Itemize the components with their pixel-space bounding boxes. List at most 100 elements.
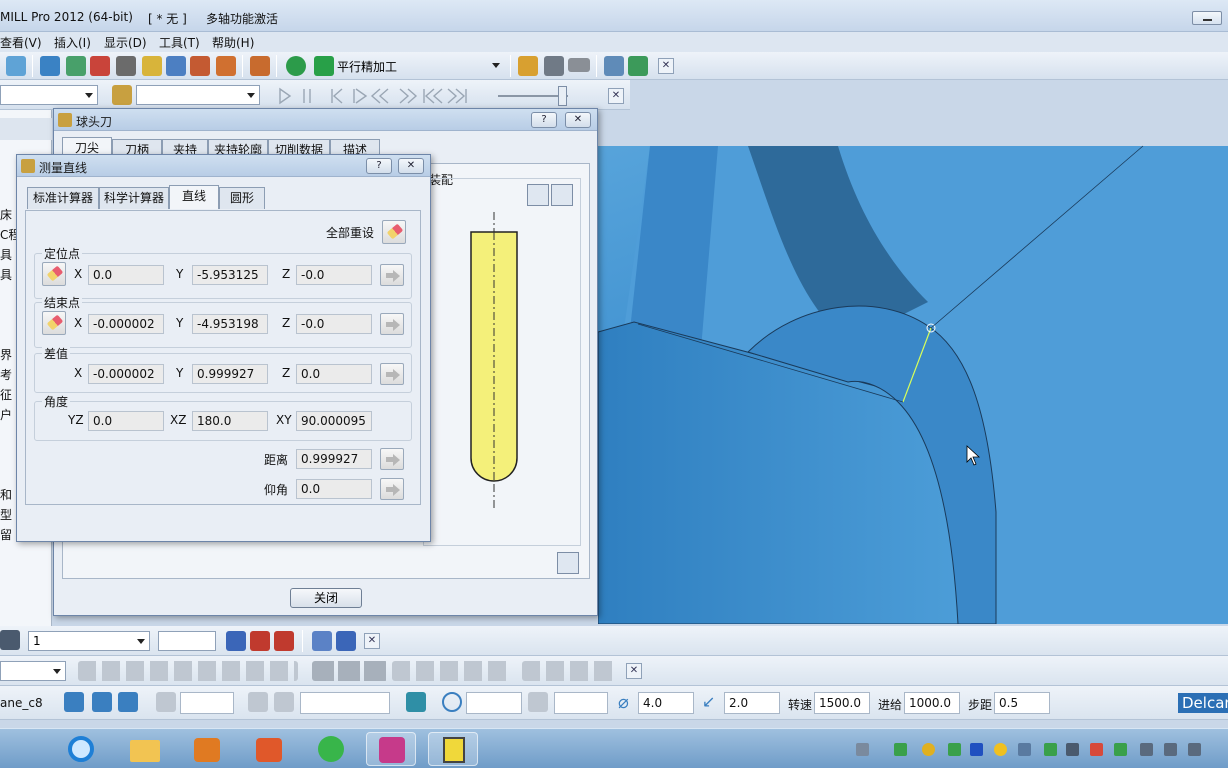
tolerance-field[interactable] (300, 692, 390, 714)
browser-taskbar-button[interactable] (306, 732, 356, 766)
start-apply-arrow-icon[interactable] (380, 264, 404, 286)
preview-assembly-icon[interactable] (551, 184, 573, 206)
tab-standard-calculator[interactable]: 标准计算器 (27, 187, 99, 209)
start-point-icon[interactable] (166, 56, 186, 76)
explorer-item[interactable]: 具 (0, 266, 12, 283)
powermill-taskbar-button[interactable] (366, 732, 416, 766)
edit-icon[interactable] (518, 56, 538, 76)
explorer-item[interactable]: 户 (0, 406, 12, 423)
minimize-button[interactable] (1192, 11, 1222, 25)
scissors-icon[interactable] (336, 631, 356, 651)
strategy-select[interactable]: 平行精加工 (334, 56, 504, 76)
shield-tray-icon[interactable] (1114, 743, 1127, 756)
display-tray-icon[interactable] (1066, 743, 1079, 756)
rapid-move-icon[interactable] (66, 56, 86, 76)
tool-diameter-field[interactable]: 4.0 (638, 692, 694, 714)
layer-icon[interactable] (0, 630, 20, 650)
end-x-field[interactable]: -0.000002 (88, 314, 164, 334)
tool-close-x-button[interactable]: ✕ (565, 112, 591, 128)
layer-toolbar-close-icon[interactable]: ✕ (364, 633, 380, 649)
speed-slider-handle[interactable] (558, 86, 567, 106)
tab-circle[interactable]: 圆形 (219, 187, 265, 209)
sim-tool-icon[interactable] (112, 85, 132, 105)
menu-view[interactable]: 查看(V) (0, 34, 42, 51)
axis-icon[interactable] (226, 631, 246, 651)
menu-insert[interactable]: 插入(I) (54, 34, 91, 51)
explorer-item[interactable]: 具 (0, 246, 12, 263)
end-apply-arrow-icon[interactable] (380, 313, 404, 335)
volume-muted-tray-icon[interactable] (1090, 743, 1103, 756)
edit-select[interactable] (0, 661, 66, 681)
grid-icon[interactable] (156, 692, 176, 712)
edit-toolbar-close-icon[interactable]: ✕ (626, 663, 642, 679)
boundary-icon[interactable] (250, 631, 270, 651)
transform-icon[interactable] (628, 56, 648, 76)
tool-close-button[interactable]: 关闭 (290, 588, 362, 608)
toolpath-icon[interactable] (216, 56, 236, 76)
tool-icon[interactable] (90, 56, 110, 76)
menu-help[interactable]: 帮助(H) (212, 34, 254, 51)
tab-scientific-calculator[interactable]: 科学计算器 (99, 187, 169, 209)
network-tray-icon[interactable] (1164, 743, 1177, 756)
speaker-tray-icon[interactable] (1188, 743, 1201, 756)
settings-tray-icon[interactable] (1018, 743, 1031, 756)
start-z-field[interactable]: -0.0 (296, 265, 372, 285)
explorer-item[interactable]: 留 (0, 526, 12, 543)
delta-apply-arrow-icon[interactable] (380, 363, 404, 385)
explorer-item[interactable]: 考 (0, 366, 12, 383)
layer-select[interactable]: 1 (28, 631, 150, 651)
holder-field[interactable] (554, 692, 608, 714)
strategy-icon[interactable] (286, 56, 306, 76)
tab-line[interactable]: 直线 (169, 185, 219, 209)
explorer-taskbar-button[interactable] (120, 732, 170, 766)
workplane-icon[interactable] (64, 692, 84, 712)
power-tray-icon[interactable] (1140, 743, 1153, 756)
holder-icon[interactable] (528, 692, 548, 712)
office-taskbar-button[interactable] (244, 732, 294, 766)
block-icon[interactable] (40, 56, 60, 76)
curve-icon[interactable] (274, 692, 294, 712)
view-mode-icons[interactable] (312, 661, 388, 681)
model-icon[interactable] (6, 56, 26, 76)
pencil-icon[interactable] (312, 631, 332, 651)
list-icon[interactable] (248, 692, 268, 712)
calculator-icon[interactable] (544, 56, 564, 76)
grid-field[interactable] (180, 692, 234, 714)
finishing-icon[interactable] (314, 56, 334, 76)
keyboard-tray-icon[interactable] (856, 743, 869, 756)
explorer-item[interactable]: 和 (0, 486, 12, 503)
end-reset-eraser-icon[interactable] (42, 311, 66, 335)
update-tray-icon[interactable] (994, 743, 1007, 756)
graphics-viewport[interactable] (598, 112, 1228, 624)
simulate-icon[interactable] (250, 56, 270, 76)
measure-close-x-button[interactable]: ✕ (398, 158, 424, 174)
qq-tray-icon[interactable] (922, 743, 935, 756)
measure-icon[interactable] (604, 56, 624, 76)
workplane-align-icon[interactable] (92, 692, 112, 712)
menu-display[interactable]: 显示(D) (104, 34, 147, 51)
stepover-field[interactable]: 0.5 (994, 692, 1050, 714)
sim-toolbar-close-icon[interactable]: ✕ (608, 88, 624, 104)
speed-field[interactable]: 1500.0 (814, 692, 870, 714)
tool-library-icon[interactable] (557, 552, 579, 574)
end-z-field[interactable]: -0.0 (296, 314, 372, 334)
elevation-apply-arrow-icon[interactable] (380, 478, 404, 500)
battery-tray-icon[interactable] (894, 743, 907, 756)
start-y-field[interactable]: -5.953125 (192, 265, 268, 285)
measure-help-button[interactable]: ? (366, 158, 392, 174)
reset-all-eraser-icon[interactable] (382, 220, 406, 244)
pattern-icon[interactable] (274, 631, 294, 651)
feeds-icon[interactable] (116, 56, 136, 76)
layer-secondary-select[interactable] (158, 631, 216, 651)
distance-apply-arrow-icon[interactable] (380, 448, 404, 470)
playback-controls[interactable] (276, 87, 476, 105)
end-y-field[interactable]: -4.953198 (192, 314, 268, 334)
leads-icon[interactable] (142, 56, 162, 76)
ie-taskbar-button[interactable] (56, 732, 106, 766)
simulation-entity-select[interactable] (0, 85, 98, 105)
workplane-view-icon[interactable] (118, 692, 138, 712)
start-x-field[interactable]: 0.0 (88, 265, 164, 285)
tool-help-button[interactable]: ? (531, 112, 557, 128)
workplane-name[interactable]: ane_c8 (0, 696, 43, 710)
toolbar-close-icon[interactable]: ✕ (658, 58, 674, 74)
